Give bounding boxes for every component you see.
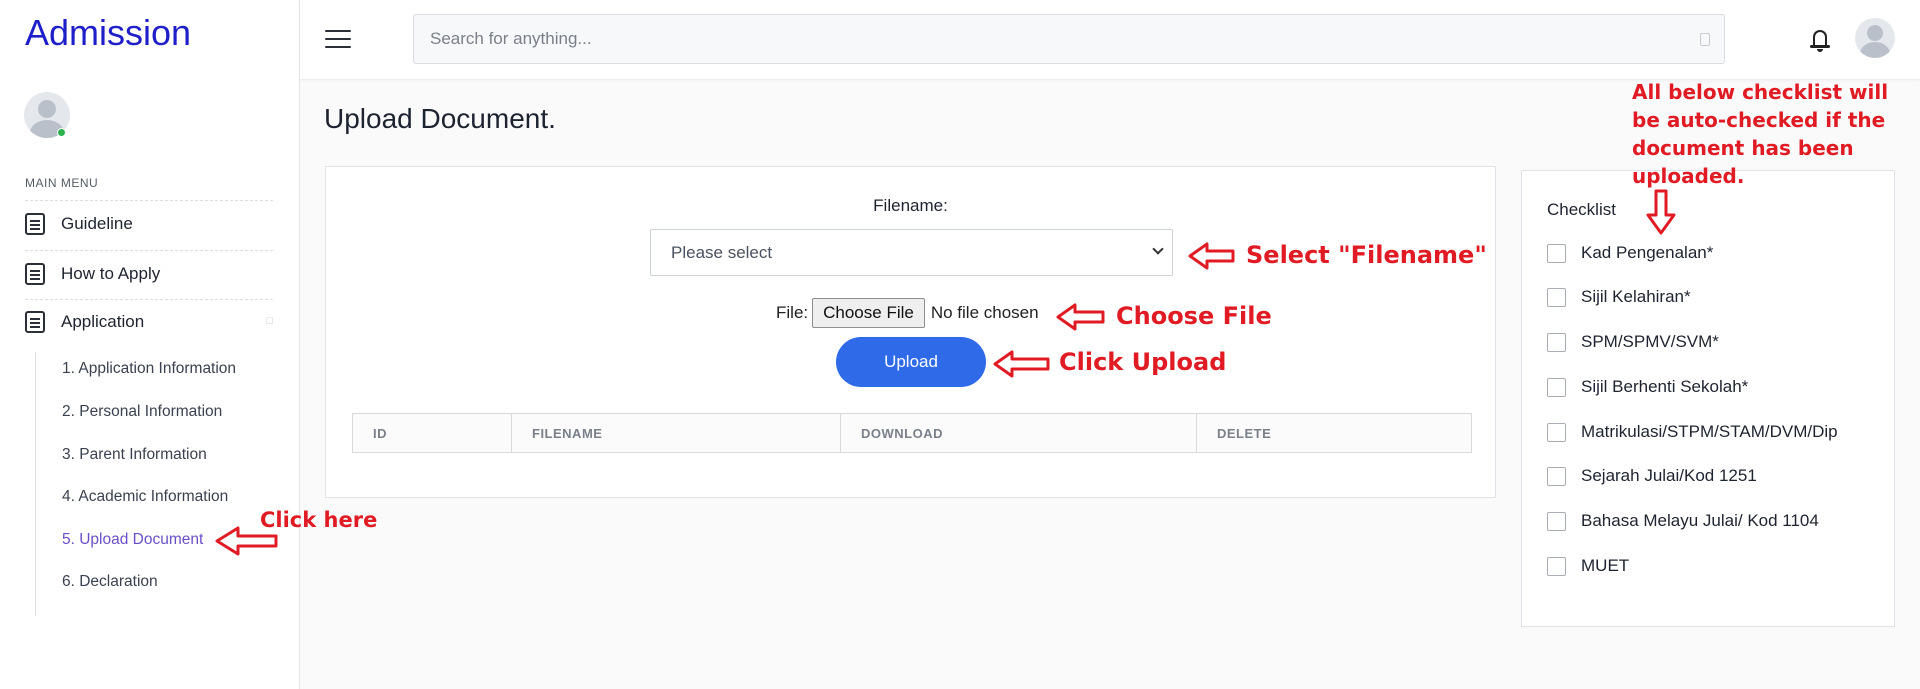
document-icon — [25, 263, 45, 285]
submenu-item-academic-information[interactable]: 4. Academic Information — [62, 488, 228, 506]
checkbox[interactable] — [1547, 287, 1566, 307]
column-header-filename: FILENAME — [512, 414, 841, 452]
menu-divider — [25, 200, 273, 201]
checklist-item: Sejarah Julai/Kod 1251 — [1547, 466, 1757, 486]
upload-card: Filename: Please select File: Choose Fil… — [325, 166, 1496, 498]
file-label: File: — [776, 303, 809, 322]
checklist-item: Kad Pengenalan* — [1547, 243, 1713, 263]
submenu-guide-line — [35, 352, 36, 616]
sidebar-item-guideline[interactable]: Guideline — [25, 202, 273, 246]
annotation-click-upload: Click Upload — [1059, 348, 1227, 376]
checklist-item: Sijil Kelahiran* — [1547, 287, 1691, 307]
checklist-item-label: Bahasa Melayu Julai/ Kod 1104 — [1581, 511, 1819, 530]
checkbox[interactable] — [1547, 466, 1566, 486]
user-avatar[interactable] — [1855, 18, 1895, 58]
upload-button[interactable]: Upload — [836, 337, 986, 387]
annotation-line: document has been — [1632, 136, 1854, 160]
checkbox[interactable] — [1547, 243, 1566, 263]
filename-label: Filename: — [873, 196, 948, 215]
checklist-card: Checklist Kad Pengenalan* Sijil Kelahira… — [1521, 170, 1895, 627]
checkbox[interactable] — [1547, 511, 1566, 531]
checklist-item: MUET — [1547, 556, 1629, 576]
annotation-arrow-down-icon — [1646, 189, 1676, 235]
checkbox[interactable] — [1547, 377, 1566, 397]
checklist-item-label: Kad Pengenalan* — [1581, 243, 1714, 262]
submenu-toggle-icon[interactable]: □ — [266, 315, 273, 327]
sidebar-item-application[interactable]: Application □ — [25, 300, 273, 344]
checklist-title: Checklist — [1547, 200, 1616, 219]
documents-table-header: ID FILENAME DOWNLOAD DELETE — [352, 413, 1472, 453]
sidebar-item-label: Application — [61, 312, 145, 331]
checklist-item: Bahasa Melayu Julai/ Kod 1104 — [1547, 511, 1819, 531]
checklist-item-label: SPM/SPMV/SVM* — [1581, 332, 1719, 351]
checklist-item-label: Sijil Kelahiran* — [1581, 287, 1691, 306]
sidebar: Admission MAIN MENU Guideline How to App… — [0, 0, 300, 689]
submenu-item-declaration[interactable]: 6. Declaration — [62, 573, 158, 591]
sidebar-item-label: How to Apply — [61, 264, 161, 283]
annotation-line: be auto-checked if the — [1632, 108, 1886, 132]
checklist-item: Sijil Berhenti Sekolah* — [1547, 377, 1748, 397]
column-header-download: DOWNLOAD — [841, 414, 1197, 452]
document-icon — [25, 213, 45, 235]
column-header-delete: DELETE — [1217, 425, 1272, 441]
checklist-item-label: Matrikulasi/STPM/STAM/DVM/Dip — [1581, 422, 1838, 441]
annotation-line: uploaded. — [1632, 164, 1745, 188]
annotation-arrow-left-icon — [1056, 303, 1105, 331]
annotation-arrow-left-icon — [1188, 242, 1235, 270]
checklist-item: Matrikulasi/STPM/STAM/DVM/Dip — [1547, 422, 1838, 442]
filename-select-value: Please select — [671, 242, 773, 262]
filename-select[interactable]: Please select — [650, 229, 1173, 276]
menu-divider — [25, 250, 273, 251]
hamburger-menu-icon[interactable] — [325, 30, 351, 48]
no-file-text: No file chosen — [930, 303, 1039, 322]
submenu-item-personal-information[interactable]: 2. Personal Information — [62, 403, 222, 421]
checklist-item-label: Sejarah Julai/Kod 1251 — [1581, 466, 1757, 485]
sidebar-item-label: Guideline — [61, 214, 133, 233]
column-header-id: ID — [353, 414, 512, 452]
chevron-down-icon — [1152, 243, 1164, 255]
menu-title: MAIN MENU — [25, 176, 99, 190]
checkbox[interactable] — [1547, 422, 1566, 442]
checkbox[interactable] — [1547, 556, 1566, 576]
checklist-item-label: Sijil Berhenti Sekolah* — [1581, 377, 1749, 396]
submenu-item-upload-document[interactable]: 5. Upload Document — [62, 531, 203, 549]
search-icon[interactable] — [1700, 33, 1710, 46]
bell-icon[interactable] — [1809, 28, 1831, 52]
page-title: Upload Document. — [324, 103, 556, 134]
checkbox[interactable] — [1547, 332, 1566, 352]
annotation-line: All below checklist will — [1632, 80, 1889, 104]
file-input-row: File: Choose File No file chosen — [776, 298, 1039, 328]
sidebar-item-how-to-apply[interactable]: How to Apply — [25, 252, 273, 296]
submenu-item-parent-information[interactable]: 3. Parent Information — [62, 446, 207, 464]
annotation-choose-file: Choose File — [1116, 302, 1272, 330]
topbar — [300, 0, 1920, 80]
annotation-select-filename: Select "Filename" — [1246, 241, 1487, 269]
search-bar — [413, 14, 1725, 64]
checklist-item-label: MUET — [1581, 556, 1630, 575]
search-input[interactable] — [414, 15, 1724, 63]
annotation-checklist-note: All below checklist will be auto-checked… — [1632, 78, 1888, 190]
online-status-dot — [57, 128, 66, 137]
brand-title[interactable]: Admission — [25, 12, 191, 54]
submenu-item-application-information[interactable]: 1. Application Information — [62, 360, 236, 378]
choose-file-button[interactable]: Choose File — [812, 298, 925, 328]
annotation-click-here: Click here — [260, 508, 378, 532]
document-icon — [25, 311, 45, 333]
checklist-item: SPM/SPMV/SVM* — [1547, 332, 1719, 352]
annotation-arrow-left-icon — [993, 350, 1050, 378]
